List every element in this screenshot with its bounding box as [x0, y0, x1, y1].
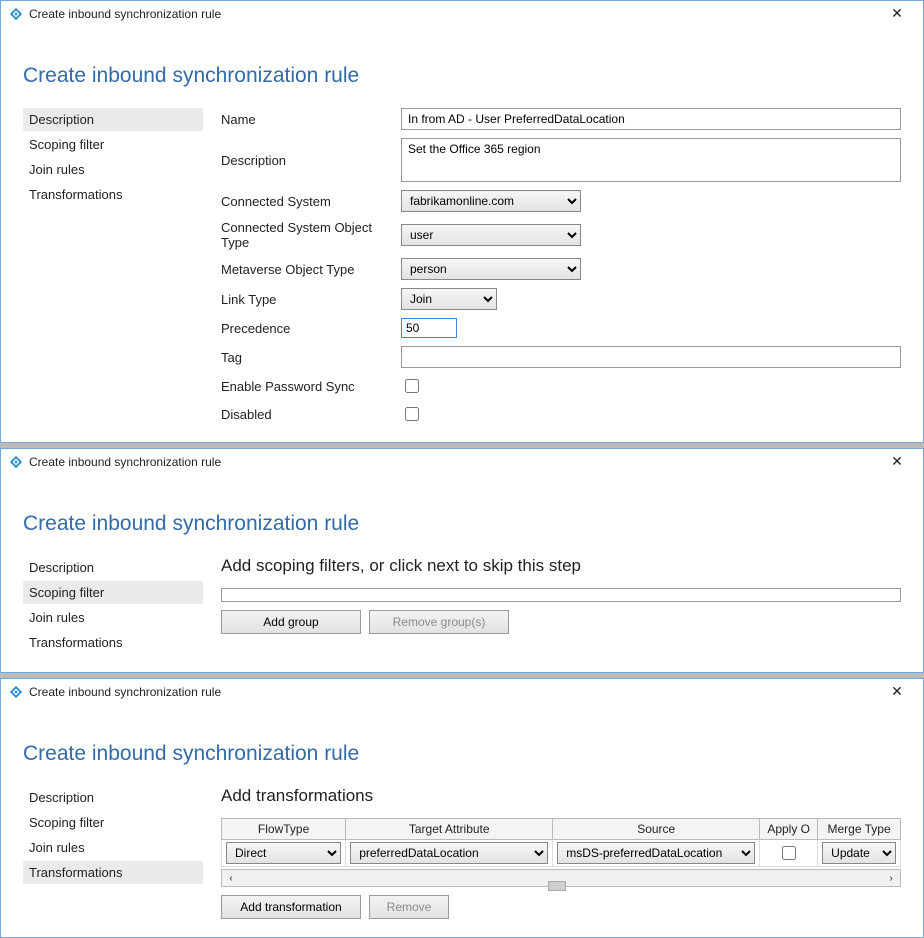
description-form: Name Description Set the Office 365 regi… — [221, 108, 901, 424]
mv-obj-type-label: Metaverse Object Type — [221, 262, 391, 277]
app-icon — [9, 455, 23, 469]
enable-pwd-checkbox[interactable] — [405, 379, 419, 393]
title-bar: Create inbound synchronization rule ✕ — [1, 1, 923, 26]
table-header-row: FlowType Target Attribute Source Apply O… — [222, 819, 901, 840]
description-field[interactable]: Set the Office 365 region — [401, 138, 901, 182]
connected-obj-type-label: Connected System Object Type — [221, 220, 391, 250]
page-heading: Create inbound synchronization rule — [23, 742, 901, 766]
connected-system-label: Connected System — [221, 194, 391, 209]
applyonce-checkbox[interactable] — [782, 846, 796, 860]
page-heading: Create inbound synchronization rule — [23, 64, 901, 88]
col-flowtype[interactable]: FlowType — [222, 819, 346, 840]
col-merge[interactable]: Merge Type — [818, 819, 901, 840]
wizard-nav: Description Scoping filter Join rules Tr… — [23, 556, 203, 654]
nav-join-rules[interactable]: Join rules — [23, 158, 203, 181]
description-label: Description — [221, 153, 391, 168]
app-icon — [9, 7, 23, 21]
target-select[interactable]: preferredDataLocation — [350, 842, 548, 864]
window-title: Create inbound synchronization rule — [29, 7, 879, 21]
close-icon[interactable]: ✕ — [879, 683, 915, 700]
connected-system-select[interactable]: fabrikamonline.com — [401, 190, 581, 212]
merge-select[interactable]: Update — [822, 842, 896, 864]
col-source[interactable]: Source — [553, 819, 760, 840]
precedence-label: Precedence — [221, 321, 391, 336]
nav-description[interactable]: Description — [23, 786, 203, 809]
wizard-nav: Description Scoping filter Join rules Tr… — [23, 786, 203, 919]
title-bar: Create inbound synchronization rule ✕ — [1, 449, 923, 474]
disabled-label: Disabled — [221, 407, 391, 422]
remove-group-button[interactable]: Remove group(s) — [369, 610, 509, 634]
connected-obj-type-select[interactable]: user — [401, 224, 581, 246]
tag-label: Tag — [221, 350, 391, 365]
add-group-button[interactable]: Add group — [221, 610, 361, 634]
nav-join-rules[interactable]: Join rules — [23, 606, 203, 629]
table-row: Direct preferredDataLocation msDS-prefer… — [222, 840, 901, 867]
scoping-list[interactable] — [221, 588, 901, 602]
scroll-left-button[interactable]: ‹ — [222, 873, 240, 884]
link-type-select[interactable]: Join — [401, 288, 497, 310]
wizard-nav: Description Scoping filter Join rules Tr… — [23, 108, 203, 424]
mv-obj-type-select[interactable]: person — [401, 258, 581, 280]
col-applyonce[interactable]: Apply O — [760, 819, 818, 840]
nav-scoping-filter[interactable]: Scoping filter — [23, 811, 203, 834]
close-icon[interactable]: ✕ — [879, 5, 915, 22]
window-title: Create inbound synchronization rule — [29, 685, 879, 699]
disabled-checkbox[interactable] — [405, 407, 419, 421]
nav-transformations[interactable]: Transformations — [23, 631, 203, 654]
transformations-table: FlowType Target Attribute Source Apply O… — [221, 818, 901, 867]
nav-description[interactable]: Description — [23, 108, 203, 131]
horizontal-scrollbar[interactable]: ‹ › — [221, 869, 901, 887]
scroll-right-button[interactable]: › — [882, 873, 900, 884]
nav-join-rules[interactable]: Join rules — [23, 836, 203, 859]
app-icon — [9, 685, 23, 699]
nav-scoping-filter[interactable]: Scoping filter — [23, 133, 203, 156]
scoping-heading: Add scoping filters, or click next to sk… — [221, 556, 901, 576]
source-select[interactable]: msDS-preferredDataLocation — [557, 842, 755, 864]
window-transformations: Create inbound synchronization rule ✕ Cr… — [0, 678, 924, 938]
title-bar: Create inbound synchronization rule ✕ — [1, 679, 923, 704]
close-icon[interactable]: ✕ — [879, 453, 915, 470]
nav-scoping-filter[interactable]: Scoping filter — [23, 581, 203, 604]
name-field[interactable] — [401, 108, 901, 130]
tag-field[interactable] — [401, 346, 901, 368]
nav-transformations[interactable]: Transformations — [23, 861, 203, 884]
window-scoping: Create inbound synchronization rule ✕ Cr… — [0, 448, 924, 673]
transformations-heading: Add transformations — [221, 786, 901, 806]
nav-transformations[interactable]: Transformations — [23, 183, 203, 206]
flowtype-select[interactable]: Direct — [226, 842, 341, 864]
col-target[interactable]: Target Attribute — [346, 819, 553, 840]
add-transformation-button[interactable]: Add transformation — [221, 895, 361, 919]
enable-pwd-label: Enable Password Sync — [221, 379, 391, 394]
scroll-thumb[interactable] — [548, 881, 566, 891]
window-title: Create inbound synchronization rule — [29, 455, 879, 469]
link-type-label: Link Type — [221, 292, 391, 307]
remove-transformation-button[interactable]: Remove — [369, 895, 449, 919]
window-description: Create inbound synchronization rule ✕ Cr… — [0, 0, 924, 443]
nav-description[interactable]: Description — [23, 556, 203, 579]
precedence-field[interactable] — [401, 318, 457, 338]
page-heading: Create inbound synchronization rule — [23, 512, 901, 536]
name-label: Name — [221, 112, 391, 127]
